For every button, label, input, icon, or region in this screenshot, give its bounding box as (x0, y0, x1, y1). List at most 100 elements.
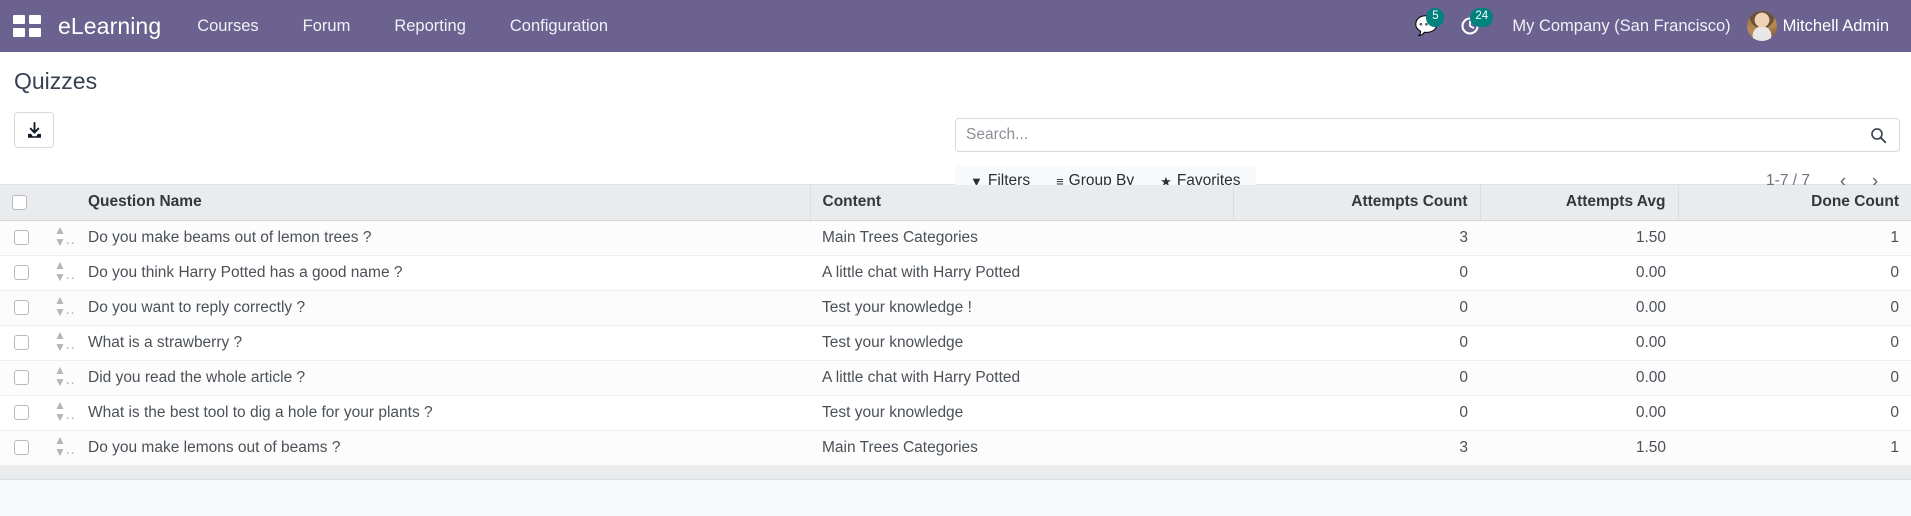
cell-content: A little chat with Harry Potted (810, 255, 1233, 291)
table-row[interactable]: ▲ ▼ What is the best tool to dig a hole f… (0, 395, 1911, 431)
row-checkbox[interactable] (13, 264, 29, 280)
magnifier-glyph (1871, 127, 1887, 143)
menu-item-courses[interactable]: Courses (175, 0, 280, 52)
cell-done-count: 0 (1678, 290, 1911, 326)
page-background-filler (0, 479, 1911, 516)
cell-attempts-avg: 0.00 (1480, 290, 1678, 326)
column-header-content[interactable]: Content (810, 185, 1234, 221)
select-all-header[interactable] (0, 185, 42, 221)
cell-attempts-count: 0 (1233, 290, 1480, 326)
apps-grid-icon[interactable] (10, 9, 44, 43)
drag-handle-icon[interactable]: ▲ ▼ (54, 259, 66, 283)
cell-content: Main Trees Categories (810, 430, 1233, 466)
cell-question-name: Do you make lemons out of beams ? (76, 430, 810, 466)
search-area (955, 118, 1900, 152)
table-body: ▲ ▼ Do you make beams out of lemon trees … (0, 220, 1911, 466)
menu-item-forum[interactable]: Forum (281, 0, 373, 52)
table-row[interactable]: ▲ ▼ Did you read the whole article ? A li… (0, 360, 1911, 396)
cell-attempts-avg: 0.00 (1480, 325, 1678, 361)
row-checkbox[interactable] (13, 369, 29, 385)
messages-icon[interactable]: 💬 5 (1404, 0, 1448, 52)
drag-handle-icon[interactable]: ▲ ▼ (54, 399, 66, 423)
row-handle-cell[interactable]: ▲ ▼ (42, 360, 76, 396)
cell-attempts-avg: 1.50 (1480, 430, 1678, 466)
cell-question-name: Do you make beams out of lemon trees ? (76, 220, 810, 256)
app-brand-elearning[interactable]: eLearning (52, 13, 175, 40)
user-menu[interactable]: Mitchell Admin (1746, 11, 1893, 41)
drag-handle-icon[interactable]: ▲ ▼ (54, 294, 66, 318)
page-title: Quizzes (14, 68, 98, 94)
row-select-cell[interactable] (0, 325, 42, 361)
row-select-cell[interactable] (0, 290, 42, 326)
drag-handle-icon[interactable]: ▲ ▼ (54, 434, 66, 458)
drag-handle-icon[interactable]: ▲ ▼ (54, 224, 66, 248)
table-row[interactable]: ▲ ▼ Do you make lemons out of beams ? Mai… (0, 430, 1911, 466)
cell-content: Test your knowledge (810, 395, 1233, 431)
row-checkbox[interactable] (13, 299, 29, 315)
row-checkbox[interactable] (13, 229, 29, 245)
row-select-cell[interactable] (0, 430, 42, 466)
table-row[interactable]: ▲ ▼ Do you make beams out of lemon trees … (0, 220, 1911, 256)
top-navbar: eLearning Courses Forum Reporting Config… (0, 0, 1911, 52)
main-menu: Courses Forum Reporting Configuration (175, 0, 630, 52)
cell-attempts-count: 0 (1233, 325, 1480, 361)
select-all-checkbox[interactable] (12, 194, 27, 210)
row-select-cell[interactable] (0, 220, 42, 256)
column-header-done-count[interactable]: Done Count (1678, 185, 1911, 221)
row-handle-cell[interactable]: ▲ ▼ (42, 395, 76, 431)
cell-content: A little chat with Harry Potted (810, 360, 1233, 396)
control-panel: Quizzes ▼ Filters (0, 52, 1911, 197)
table-footer-band (0, 465, 1911, 480)
clock-activities-icon[interactable]: 24 (1448, 0, 1494, 52)
row-select-cell[interactable] (0, 255, 42, 291)
row-select-cell[interactable] (0, 360, 42, 396)
cell-question-name: Did you read the whole article ? (76, 360, 810, 396)
row-checkbox[interactable] (13, 439, 29, 455)
drag-handle-icon[interactable]: ▲ ▼ (54, 329, 66, 353)
menu-item-reporting[interactable]: Reporting (372, 0, 488, 52)
table-row[interactable]: ▲ ▼ Do you want to reply correctly ? Test… (0, 290, 1911, 326)
cell-question-name: Do you want to reply correctly ? (76, 290, 810, 326)
apps-grid-cell (29, 28, 41, 37)
cell-attempts-count: 0 (1233, 360, 1480, 396)
list-view: Question Name Content Attempts Count Att… (0, 185, 1911, 516)
row-handle-cell[interactable]: ▲ ▼ (42, 290, 76, 326)
column-header-attempts-count[interactable]: Attempts Count (1233, 185, 1481, 221)
search-input[interactable] (966, 126, 1866, 144)
cell-done-count: 0 (1678, 325, 1911, 361)
user-avatar (1746, 11, 1777, 41)
search-bar[interactable] (955, 118, 1900, 152)
row-handle-cell[interactable]: ▲ ▼ (42, 255, 76, 291)
row-handle-cell[interactable]: ▲ ▼ (42, 325, 76, 361)
download-glyph (27, 121, 41, 138)
table-row[interactable]: ▲ ▼ What is a strawberry ? Test your know… (0, 325, 1911, 361)
row-checkbox[interactable] (13, 334, 29, 350)
row-handle-cell[interactable]: ▲ ▼ (42, 220, 76, 256)
cell-question-name: What is a strawberry ? (76, 325, 810, 361)
handle-header (42, 185, 76, 221)
apps-grid-cell (13, 15, 25, 24)
menu-item-configuration[interactable]: Configuration (488, 0, 630, 52)
cell-attempts-avg: 0.00 (1480, 255, 1678, 291)
drag-handle-icon[interactable]: ▲ ▼ (54, 364, 66, 388)
cell-attempts-avg: 0.00 (1480, 395, 1678, 431)
company-switcher[interactable]: My Company (San Francisco) (1492, 17, 1746, 36)
column-header-question-name[interactable]: Question Name (76, 185, 811, 221)
download-export-icon[interactable] (14, 112, 54, 148)
cell-done-count: 0 (1678, 255, 1911, 291)
row-handle-cell[interactable]: ▲ ▼ (42, 430, 76, 466)
cell-attempts-avg: 1.50 (1480, 220, 1678, 256)
cell-done-count: 1 (1678, 220, 1911, 256)
table-row[interactable]: ▲ ▼ Do you think Harry Potted has a good … (0, 255, 1911, 291)
column-header-attempts-avg[interactable]: Attempts Avg (1480, 185, 1679, 221)
search-icon[interactable] (1866, 125, 1891, 146)
activities-counter-badge: 24 (1470, 8, 1494, 27)
apps-grid-cell (13, 28, 25, 37)
row-select-cell[interactable] (0, 395, 42, 431)
cell-content: Test your knowledge ! (810, 290, 1233, 326)
cell-content: Test your knowledge (810, 325, 1233, 361)
messages-counter-badge: 5 (1426, 8, 1445, 27)
control-panel-buttons (14, 112, 54, 148)
row-checkbox[interactable] (13, 404, 29, 420)
cell-question-name: Do you think Harry Potted has a good nam… (76, 255, 810, 291)
